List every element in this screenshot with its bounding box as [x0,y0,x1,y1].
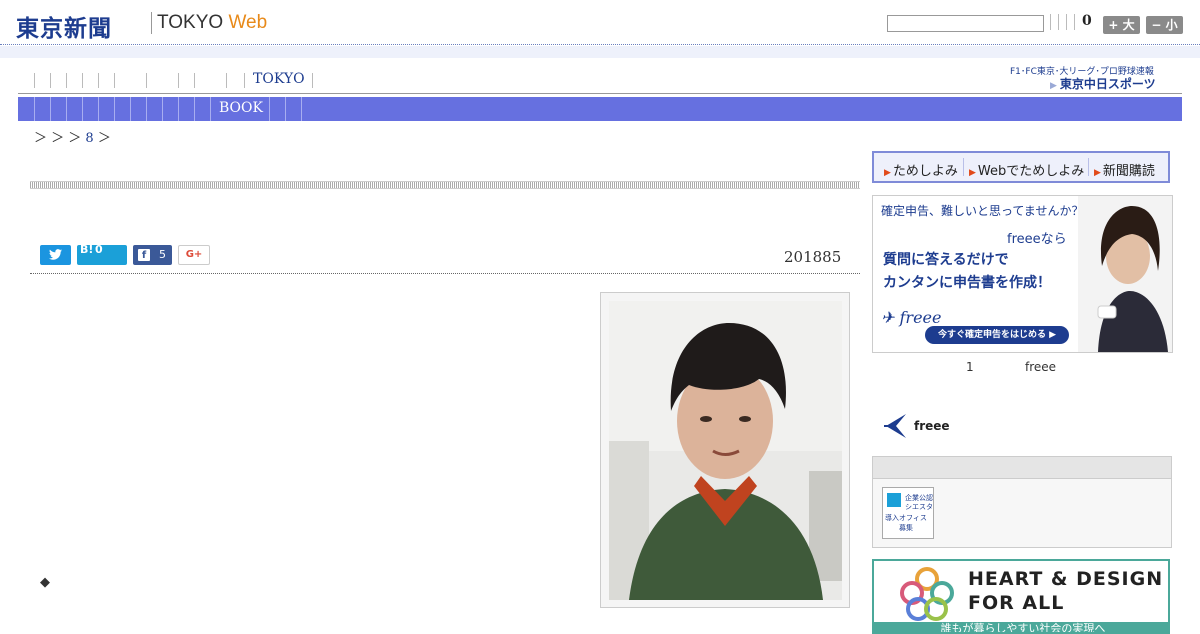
thumb-line-4: 募集 [899,524,913,532]
flower-logo-icon [900,567,954,621]
ad-line-2: カンタンに申告書を作成！ [883,275,1051,291]
ad-line-1: 質問に答えるだけで [883,252,1009,268]
twitter-icon [49,249,62,260]
ad-headline: 確定申告、難しいと思ってませんか？ [881,204,1084,218]
subscribe-link-subscription-label: 新聞購読 [1102,164,1155,179]
sidebar-feature-box: 企業公認 シエスタ 導入オフィス 募集 [872,456,1172,548]
hatena-count: 0 [95,243,103,256]
sidebar-feature-box-header [873,457,1171,479]
article-section-marker: ◆ [40,575,50,590]
facebook-count: 5 [159,248,166,261]
twitter-share-button[interactable] [40,245,71,265]
chevron-right-icon: ▶ [1050,81,1057,91]
ad-cta-button[interactable]: 今すぐ確定申告をはじめる ▶ [925,326,1069,344]
triangle-right-icon: ▶ [969,168,976,178]
header-link-separators [1050,14,1075,32]
subscribe-links-box: ▶ ためしよみ ▶ Webでためしよみ ▶ 新聞購読 [872,151,1170,183]
triangle-right-icon: ▶ [1094,168,1101,178]
google-plus-share-button[interactable]: G+ [178,245,210,265]
title-hatch-divider [30,181,860,189]
facebook-share-button[interactable]: f 5 [133,245,172,265]
freee-link-label: freee [914,419,950,433]
ad-caption-brand: freee [1025,360,1057,374]
heart-design-banner[interactable]: HEART & DESIGN FOR ALL 誰もが暮らしやすい社会の実現へ [872,559,1170,634]
nav-item-tokyo[interactable]: TOKYO [253,71,305,87]
site-logo-jp[interactable]: 東京新聞 [16,9,112,43]
breadcrumb: ＞ ＞ ＞ 8 ＞ [34,127,111,146]
swallow-icon: ✈ [881,308,895,327]
font-size-up-button[interactable]: + 大 [1103,16,1140,34]
header-band [0,46,1200,58]
thumb-line-3: 導入オフィス [885,514,927,522]
subscribe-link-trial[interactable]: ▶ ためしよみ [884,160,958,179]
article-dotted-divider [30,273,860,275]
hatena-icon: B! [80,243,94,256]
ad-caption-number: 1 [966,360,974,374]
breadcrumb-suffix: ＞ [97,131,111,146]
siesta-office-thumb[interactable]: 企業公認 シエスタ 導入オフィス 募集 [882,487,934,539]
subscribe-link-subscription[interactable]: ▶ 新聞購読 [1094,160,1155,179]
article-photo-frame [600,292,850,608]
ad-person-illustration [1078,196,1172,352]
site-header: 東京新聞 TOKYO Web 0 + 大 − 小 [0,0,1200,58]
font-size-down-button[interactable]: − 小 [1146,16,1183,34]
banner-strip: 誰もが暮らしやすい社会の実現へ [874,622,1168,632]
article-date: 201885 [784,248,842,266]
sports-logo[interactable]: ▶ 東京中日スポーツ [1050,75,1156,92]
search-input[interactable] [887,15,1044,32]
siesta-logo-icon [887,493,901,507]
sports-logo-text: 東京中日スポーツ [1059,77,1156,91]
swallow-icon [884,414,906,438]
logo-en-text: TOKYO [157,12,224,33]
secondary-nav: BOOK [18,97,1182,121]
subscribe-link-trial-label: ためしよみ [892,164,958,179]
thumb-line-1: 企業公認 [905,494,933,502]
logo-divider [151,12,152,34]
subscribe-link-web-trial[interactable]: ▶ Webでためしよみ [969,160,1084,179]
freee-ad-banner[interactable]: 確定申告、難しいと思ってませんか？ freeeなら 質問に答えるだけで カンタン… [872,195,1173,353]
freee-logo: ✈ freee [881,308,941,327]
freee-link[interactable]: freee [884,412,950,440]
portrait-illustration [609,301,842,600]
freee-logo-text: freee [899,308,942,327]
logo-en-web: Web [228,12,268,33]
site-logo-en[interactable]: TOKYO Web [157,12,267,34]
breadcrumb-link[interactable]: 8 [85,131,93,146]
article-photo[interactable] [609,301,842,600]
subscribe-link-web-trial-label: Webでためしよみ [977,164,1085,179]
breadcrumb-prefix: ＞ ＞ ＞ [34,131,82,146]
banner-line-1: HEART & DESIGN [968,568,1164,590]
primary-nav: TOKYO [18,70,1182,94]
banner-line-2: FOR ALL [968,592,1065,614]
nav-item-book[interactable]: BOOK [219,100,263,116]
header-count: 0 [1082,13,1092,29]
facebook-icon: f [138,249,150,261]
hatena-bookmark-button[interactable]: B! 0 [77,243,127,265]
ad-freee-nara: freeeなら [1007,232,1067,247]
triangle-right-icon: ▶ [884,168,891,178]
thumb-line-2: シエスタ [905,503,933,511]
